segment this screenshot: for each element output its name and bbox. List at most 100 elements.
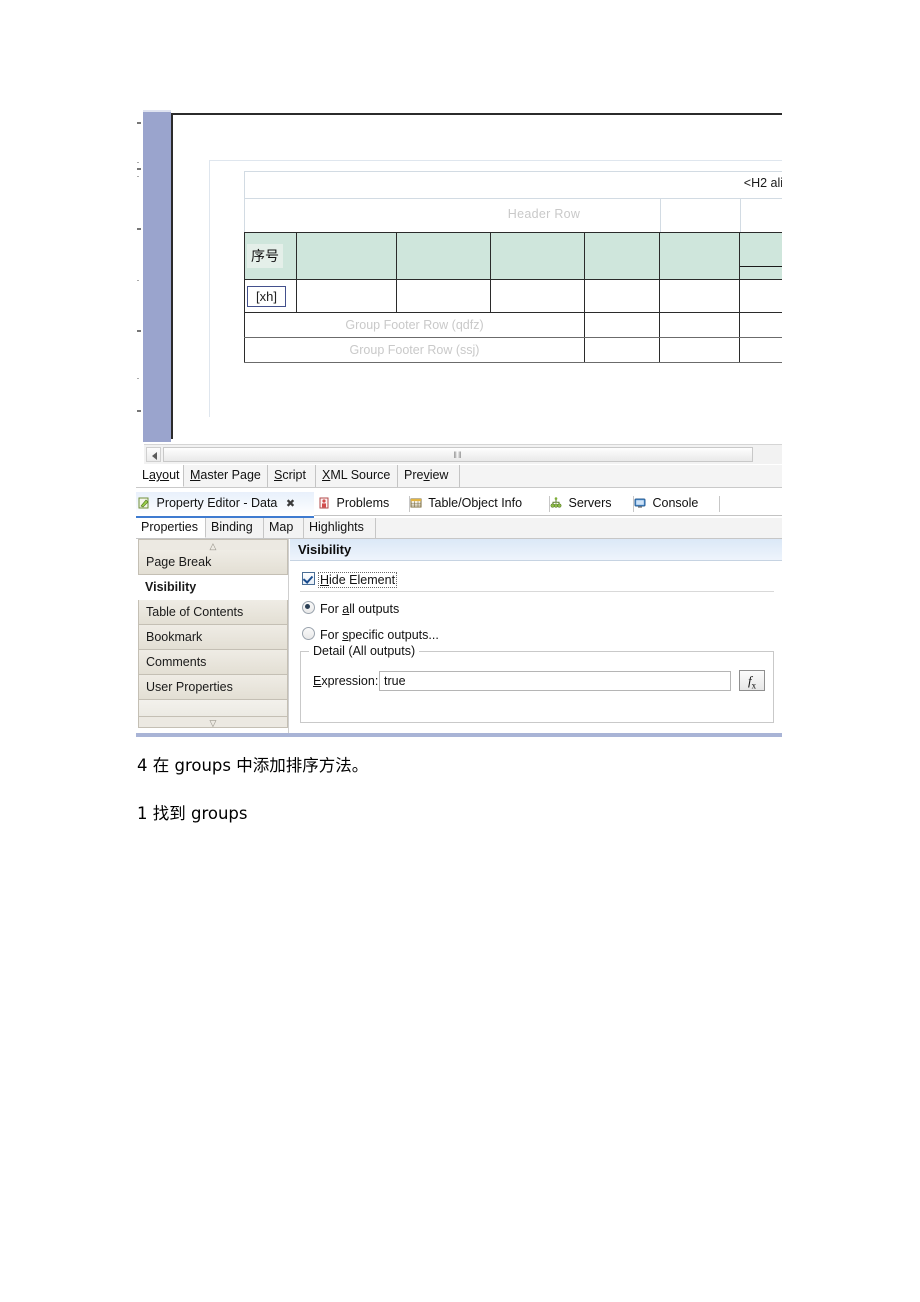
visibility-pane: Visibility Hide Element For all outputs … (290, 539, 782, 733)
servers-icon (550, 494, 562, 517)
embedded-screenshot: <H2 align=center Header Row (136, 110, 782, 737)
property-item-label: Table of Contents (146, 605, 244, 619)
h2-tag-label: <H2 align=center (743, 176, 782, 190)
tab-properties[interactable]: Properties (136, 518, 206, 538)
table-header-cell-seq[interactable]: 序号 (244, 232, 297, 280)
close-icon[interactable]: ✖ (286, 498, 295, 510)
property-item-table-of-contents[interactable]: Table of Contents (138, 600, 288, 625)
footer-cell[interactable] (584, 312, 660, 338)
tab-highlights[interactable]: Highlights (304, 518, 376, 538)
table-header-cell[interactable] (659, 232, 740, 280)
tab-preview[interactable]: Preview (398, 465, 460, 487)
table-header-cell[interactable] (490, 232, 585, 280)
footer-label-cell[interactable]: Group Footer Row (ssj) (244, 337, 585, 363)
tab-binding[interactable]: Binding (206, 518, 264, 538)
property-item-label: Bookmark (146, 630, 203, 644)
detail-cell[interactable] (296, 279, 397, 313)
footer-cell[interactable] (659, 337, 740, 363)
tab-script-label: cript (282, 468, 306, 482)
property-editor-body: △ Page Break Visibility Table of Content… (136, 539, 782, 733)
footer-label-cell[interactable]: Group Footer Row (qdfz) (244, 312, 585, 338)
hide-element-label: Hide Element (317, 572, 398, 588)
property-category-list[interactable]: △ Page Break Visibility Table of Content… (138, 539, 289, 733)
detail-cell[interactable] (490, 279, 585, 313)
tab-xml-source-label: ML Source (330, 468, 391, 482)
property-sub-tab-bar[interactable]: Properties Binding Map Highlights (136, 518, 782, 539)
radio-row-all-outputs[interactable]: For all outputs (302, 601, 399, 616)
tab-master-page-label: aster Page (200, 468, 261, 482)
property-item-visibility[interactable]: Visibility (138, 575, 288, 600)
report-grid[interactable]: 序号 [xh] Group Footer Row (qdfz) Group Fo… (244, 232, 782, 363)
property-item-label: Visibility (145, 580, 197, 594)
tab-binding-label: Binding (211, 520, 253, 534)
table-header-row[interactable]: 序号 (244, 232, 782, 280)
property-item-page-break[interactable]: Page Break (138, 550, 288, 575)
detail-group-box: Detail (All outputs) Expression: true fx (300, 644, 774, 723)
chevron-up-icon: △ (209, 541, 217, 551)
scrollbar-thumb[interactable]: ‖‖ (163, 447, 753, 462)
property-item-comments[interactable]: Comments (138, 650, 288, 675)
radio-all-outputs[interactable] (302, 601, 315, 614)
list-spacer (138, 700, 288, 717)
property-item-bookmark[interactable]: Bookmark (138, 625, 288, 650)
table-header-cell[interactable] (296, 232, 397, 280)
view-tab-console[interactable]: Console (632, 492, 720, 516)
report-page[interactable]: <H2 align=center Header Row (171, 113, 782, 439)
view-tab-console-label: Console (652, 496, 699, 510)
radio-row-specific-outputs[interactable]: For specific outputs... (302, 627, 439, 642)
radio-specific-outputs-label: For specific outputs... (320, 628, 439, 642)
problems-icon (318, 494, 330, 517)
list-scroll-up-button[interactable]: △ (138, 539, 288, 551)
view-tab-property-editor-label: Property Editor - Data (156, 496, 278, 510)
footer-cell[interactable] (739, 337, 782, 363)
detail-cell[interactable] (659, 279, 740, 313)
tab-master-page[interactable]: Master Page (184, 465, 268, 487)
tab-script[interactable]: Script (268, 465, 316, 487)
report-editor-canvas[interactable]: <H2 align=center Header Row (136, 110, 782, 444)
expression-label: Expression: (313, 674, 379, 688)
editor-horizontal-scrollbar[interactable]: ‖‖ (144, 444, 782, 464)
detail-cell[interactable] (396, 279, 491, 313)
table-footer-row-ssj[interactable]: Group Footer Row (ssj) (244, 337, 782, 363)
footer-cell[interactable] (584, 337, 660, 363)
list-scroll-down-button[interactable]: ▽ (138, 717, 288, 728)
view-tab-property-editor[interactable]: Property Editor - Data ✖ (136, 492, 314, 518)
hide-element-row[interactable]: Hide Element (302, 572, 398, 588)
property-item-user-properties[interactable]: User Properties (138, 675, 288, 700)
view-tab-servers[interactable]: Servers (548, 492, 634, 516)
expression-builder-button[interactable]: fx (739, 670, 765, 691)
expression-input[interactable]: true (379, 671, 731, 691)
editor-tab-bar[interactable]: Layout Master Page Script XML Source Pre… (136, 465, 782, 488)
doc-paragraph-2: 1 找到 groups (137, 804, 248, 823)
group-footer-label-ssj: Group Footer Row (ssj) (349, 343, 480, 357)
header-row-band[interactable]: Header Row (244, 198, 782, 232)
table-footer-row-qdfz[interactable]: Group Footer Row (qdfz) (244, 312, 782, 338)
view-tab-problems[interactable]: Problems (316, 492, 410, 516)
footer-cell[interactable] (739, 312, 782, 338)
tab-map[interactable]: Map (264, 518, 304, 538)
table-header-cell[interactable] (584, 232, 660, 280)
scroll-left-arrow-icon[interactable] (146, 447, 161, 462)
property-item-label: Page Break (146, 555, 212, 569)
view-tab-table-object-info[interactable]: Table/Object Info (408, 492, 550, 516)
page-margin-band (143, 112, 171, 442)
scrollbar-grip-icon: ‖‖ (453, 450, 463, 460)
report-table[interactable]: <H2 align=center Header Row (244, 171, 782, 363)
hide-element-checkbox[interactable] (302, 572, 315, 585)
cell-underline-mark (740, 266, 782, 267)
detail-cell[interactable] (584, 279, 660, 313)
radio-specific-outputs[interactable] (302, 627, 315, 640)
table-detail-row[interactable]: [xh] (244, 279, 782, 313)
tab-layout[interactable]: Layout (136, 465, 184, 487)
footer-cell[interactable] (659, 312, 740, 338)
group-footer-label-qdfz: Group Footer Row (qdfz) (345, 318, 484, 332)
radio-all-outputs-label: For all outputs (320, 602, 400, 616)
tab-properties-label: Properties (141, 520, 198, 534)
tab-xml-source[interactable]: XML Source (316, 465, 398, 487)
table-header-cell[interactable] (396, 232, 491, 280)
detail-cell[interactable] (739, 279, 782, 313)
table-header-cell[interactable] (739, 232, 782, 280)
report-title-row[interactable]: <H2 align=center (244, 171, 782, 198)
detail-cell-xh[interactable]: [xh] (244, 279, 297, 313)
view-tab-bar[interactable]: Property Editor - Data ✖ Problems Table/… (136, 492, 782, 518)
